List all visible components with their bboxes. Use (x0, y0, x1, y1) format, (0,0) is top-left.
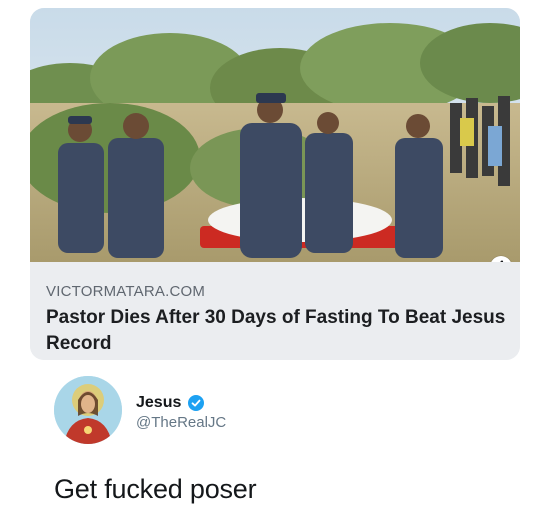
tweet-header: Jesus @TheRealJC (136, 394, 226, 431)
avatar[interactable] (54, 376, 122, 444)
tweet: Jesus @TheRealJC Get fucked poser (54, 376, 524, 506)
tweet-text: Get fucked poser (54, 474, 257, 504)
link-preview-card[interactable]: i VICTORMATARA.COM Pastor Dies After 30 … (30, 8, 520, 360)
link-caption: VICTORMATARA.COM Pastor Dies After 30 Da… (30, 262, 520, 360)
news-photo (30, 8, 520, 262)
verified-badge-icon (187, 395, 204, 411)
link-headline[interactable]: Pastor Dies After 30 Days of Fasting To … (46, 305, 506, 357)
link-domain: VICTORMATARA.COM (46, 283, 206, 300)
username[interactable]: @TheRealJC (136, 414, 226, 431)
display-name[interactable]: Jesus (136, 394, 181, 412)
